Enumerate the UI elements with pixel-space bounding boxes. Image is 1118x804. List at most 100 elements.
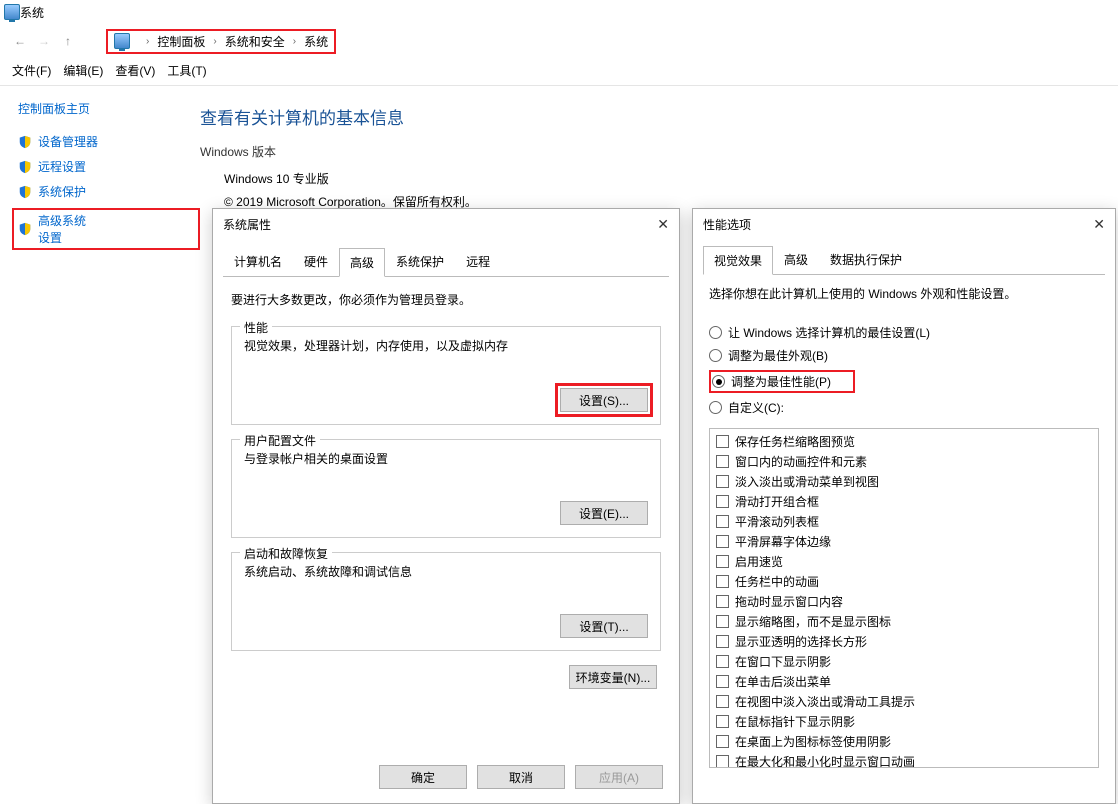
system-icon bbox=[4, 4, 20, 20]
dialog-title: 系统属性 bbox=[223, 216, 271, 233]
radio-let-windows[interactable]: 让 Windows 选择计算机的最佳设置(L) bbox=[709, 324, 1099, 341]
check-item[interactable]: 任务栏中的动画 bbox=[716, 573, 1092, 590]
check-item[interactable]: 在单击后淡出菜单 bbox=[716, 673, 1092, 690]
checkbox-icon bbox=[716, 475, 729, 488]
check-item[interactable]: 拖动时显示窗口内容 bbox=[716, 593, 1092, 610]
dialog-titlebar: 性能选项 ✕ bbox=[693, 209, 1115, 239]
close-button[interactable]: ✕ bbox=[1093, 216, 1105, 233]
profile-settings-button[interactable]: 设置(E)... bbox=[560, 501, 648, 525]
check-label: 启用速览 bbox=[735, 553, 783, 570]
checkbox-icon bbox=[716, 695, 729, 708]
startup-settings-button[interactable]: 设置(T)... bbox=[560, 614, 648, 638]
startup-recovery-group: 启动和故障恢复 系统启动、系统故障和调试信息 设置(T)... bbox=[231, 552, 661, 651]
tab-dep[interactable]: 数据执行保护 bbox=[819, 245, 913, 274]
check-item[interactable]: 显示亚透明的选择长方形 bbox=[716, 633, 1092, 650]
apply-button[interactable]: 应用(A) bbox=[575, 765, 663, 789]
checkbox-icon bbox=[716, 495, 729, 508]
shield-icon bbox=[18, 222, 32, 236]
monitor-icon bbox=[114, 33, 130, 49]
check-item[interactable]: 在最大化和最小化时显示窗口动画 bbox=[716, 753, 1092, 768]
forward-button[interactable]: → bbox=[32, 29, 56, 53]
check-label: 显示亚透明的选择长方形 bbox=[735, 633, 867, 650]
tab-visual-effects[interactable]: 视觉效果 bbox=[703, 246, 773, 275]
cancel-button[interactable]: 取消 bbox=[477, 765, 565, 789]
check-item[interactable]: 显示缩略图，而不是显示图标 bbox=[716, 613, 1092, 630]
breadcrumb[interactable]: › 控制面板 › 系统和安全 › 系统 bbox=[106, 29, 336, 54]
check-item[interactable]: 窗口内的动画控件和元素 bbox=[716, 453, 1092, 470]
check-item[interactable]: 平滑屏幕字体边缘 bbox=[716, 533, 1092, 550]
check-label: 在视图中淡入淡出或滑动工具提示 bbox=[735, 693, 915, 710]
tab-remote[interactable]: 远程 bbox=[455, 247, 501, 276]
menu-view[interactable]: 查看(V) bbox=[111, 60, 159, 81]
ok-button[interactable]: 确定 bbox=[379, 765, 467, 789]
sidebar-item-advanced[interactable]: 高级系统设置 bbox=[12, 208, 200, 250]
sidebar-item-remote[interactable]: 远程设置 bbox=[18, 158, 200, 175]
check-label: 在桌面上为图标标签使用阴影 bbox=[735, 733, 891, 750]
check-item[interactable]: 启用速览 bbox=[716, 553, 1092, 570]
check-item[interactable]: 在视图中淡入淡出或滑动工具提示 bbox=[716, 693, 1092, 710]
edition-text: Windows 10 专业版 bbox=[224, 168, 1118, 191]
menu-edit[interactable]: 编辑(E) bbox=[59, 60, 107, 81]
sidebar-item-label: 高级系统设置 bbox=[38, 212, 88, 246]
chevron-right-icon: › bbox=[293, 36, 296, 47]
back-button[interactable]: ← bbox=[8, 29, 32, 53]
tab-computer-name[interactable]: 计算机名 bbox=[223, 247, 293, 276]
sidebar-item-device-manager[interactable]: 设备管理器 bbox=[18, 133, 200, 150]
menu-tools[interactable]: 工具(T) bbox=[163, 60, 210, 81]
radio-icon bbox=[709, 401, 722, 414]
check-item[interactable]: 在窗口下显示阴影 bbox=[716, 653, 1092, 670]
environment-variables-button[interactable]: 环境变量(N)... bbox=[569, 665, 657, 689]
checkbox-icon bbox=[716, 535, 729, 548]
check-item[interactable]: 滑动打开组合框 bbox=[716, 493, 1092, 510]
crumb-system[interactable]: 系统 bbox=[304, 33, 328, 50]
group-desc: 与登录帐户相关的桌面设置 bbox=[244, 450, 648, 467]
sidebar-item-protection[interactable]: 系统保护 bbox=[18, 183, 200, 200]
tab-hardware[interactable]: 硬件 bbox=[293, 247, 339, 276]
window-titlebar: 系统 bbox=[0, 0, 1118, 24]
shield-icon bbox=[18, 160, 32, 174]
check-label: 在窗口下显示阴影 bbox=[735, 653, 831, 670]
check-item[interactable]: 平滑滚动列表框 bbox=[716, 513, 1092, 530]
chevron-right-icon: › bbox=[213, 36, 216, 47]
group-legend: 启动和故障恢复 bbox=[240, 545, 332, 562]
check-label: 平滑屏幕字体边缘 bbox=[735, 533, 831, 550]
window-title: 系统 bbox=[20, 4, 44, 21]
effects-checklist[interactable]: 保存任务栏缩略图预览窗口内的动画控件和元素淡入淡出或滑动菜单到视图滑动打开组合框… bbox=[709, 428, 1099, 768]
performance-group: 性能 视觉效果，处理器计划，内存使用，以及虚拟内存 设置(S)... bbox=[231, 326, 661, 425]
control-panel-home-link[interactable]: 控制面板主页 bbox=[18, 100, 200, 117]
close-button[interactable]: ✕ bbox=[657, 216, 669, 233]
radio-label: 让 Windows 选择计算机的最佳设置(L) bbox=[728, 324, 930, 341]
check-label: 在单击后淡出菜单 bbox=[735, 673, 831, 690]
radio-label: 自定义(C): bbox=[728, 399, 784, 416]
radio-custom[interactable]: 自定义(C): bbox=[709, 399, 1099, 416]
sidebar-item-label: 系统保护 bbox=[38, 183, 86, 200]
crumb-system-security[interactable]: 系统和安全 bbox=[225, 33, 285, 50]
performance-options-dialog: 性能选项 ✕ 视觉效果 高级 数据执行保护 选择你想在此计算机上使用的 Wind… bbox=[692, 208, 1116, 804]
sidebar-item-label: 远程设置 bbox=[38, 158, 86, 175]
check-item[interactable]: 保存任务栏缩略图预览 bbox=[716, 433, 1092, 450]
check-item[interactable]: 淡入淡出或滑动菜单到视图 bbox=[716, 473, 1092, 490]
radio-best-performance[interactable]: 调整为最佳性能(P) bbox=[709, 370, 855, 393]
check-item[interactable]: 在鼠标指针下显示阴影 bbox=[716, 713, 1092, 730]
group-desc: 视觉效果，处理器计划，内存使用，以及虚拟内存 bbox=[244, 337, 648, 354]
chevron-right-icon: › bbox=[146, 36, 149, 47]
group-legend: 性能 bbox=[240, 319, 272, 336]
checkbox-icon bbox=[716, 715, 729, 728]
radio-best-appearance[interactable]: 调整为最佳外观(B) bbox=[709, 347, 1099, 364]
tab-system-protection[interactable]: 系统保护 bbox=[385, 247, 455, 276]
visual-hint: 选择你想在此计算机上使用的 Windows 外观和性能设置。 bbox=[709, 285, 1099, 302]
menu-bar: 文件(F) 编辑(E) 查看(V) 工具(T) bbox=[0, 58, 1118, 86]
performance-settings-button[interactable]: 设置(S)... bbox=[560, 388, 648, 412]
radio-icon bbox=[709, 349, 722, 362]
menu-file[interactable]: 文件(F) bbox=[8, 60, 55, 81]
tab-advanced[interactable]: 高级 bbox=[339, 248, 385, 277]
checkbox-icon bbox=[716, 455, 729, 468]
check-item[interactable]: 在桌面上为图标标签使用阴影 bbox=[716, 733, 1092, 750]
tab-advanced[interactable]: 高级 bbox=[773, 245, 819, 274]
dialog-footer: 确定 取消 应用(A) bbox=[213, 755, 679, 803]
check-label: 窗口内的动画控件和元素 bbox=[735, 453, 867, 470]
radio-label: 调整为最佳外观(B) bbox=[728, 347, 828, 364]
dialog-title: 性能选项 bbox=[703, 216, 751, 233]
up-button[interactable]: ↑ bbox=[56, 29, 80, 53]
crumb-control-panel[interactable]: 控制面板 bbox=[157, 33, 205, 50]
